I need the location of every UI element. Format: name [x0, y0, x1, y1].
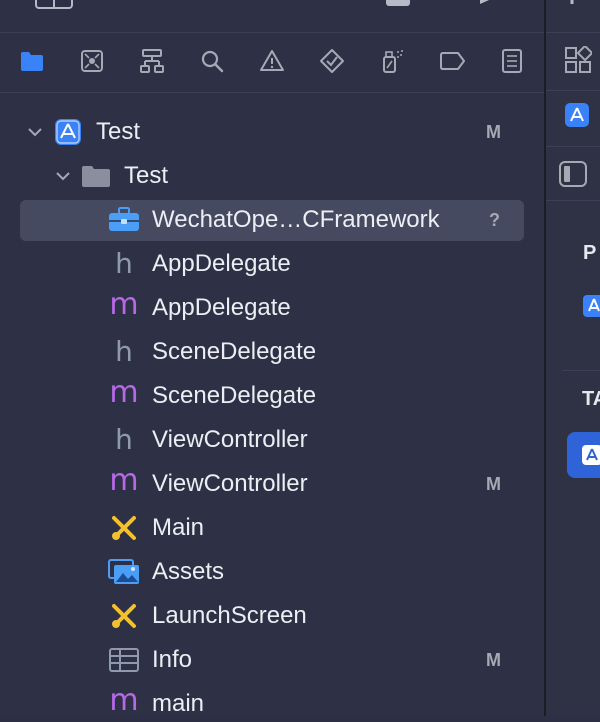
section-heading: P — [583, 242, 597, 264]
status-badge: M — [486, 121, 501, 142]
tree-row-file[interactable]: m AppDelegate — [0, 290, 544, 326]
sidebar-panel-icon[interactable] — [558, 160, 588, 188]
sidebar-toggle-icon[interactable] — [34, 0, 74, 10]
stop-icon[interactable] — [386, 0, 410, 8]
project-icon[interactable] — [582, 294, 600, 318]
tree-row-file[interactable]: m main — [0, 686, 544, 722]
tree-row-file[interactable]: h AppDelegate — [0, 246, 544, 282]
objc-file-icon: m — [109, 375, 139, 410]
inspector-divider — [562, 370, 600, 371]
tree-row-label: AppDelegate — [152, 294, 291, 321]
project-icon[interactable] — [564, 102, 590, 128]
header-file-icon: h — [115, 335, 133, 368]
app-target-icon — [582, 445, 600, 465]
assets-icon — [108, 557, 140, 587]
tree-row-label: Info — [152, 646, 193, 673]
tabbar-divider — [0, 92, 544, 93]
tree-row-label: ViewController — [152, 426, 308, 453]
tree-row-file[interactable]: h SceneDelegate — [0, 334, 544, 370]
header-file-icon: h — [115, 423, 133, 456]
objc-file-icon: m — [109, 287, 139, 322]
tree-row-file[interactable]: LaunchScreen — [0, 598, 544, 634]
tree-row-label: Test — [124, 162, 169, 189]
debug-spray-icon[interactable] — [375, 44, 409, 78]
tree-row-file[interactable]: Assets — [0, 554, 544, 590]
inspector-divider — [546, 32, 600, 33]
chevron-down-icon[interactable] — [28, 125, 42, 139]
tree-row-file[interactable]: Main — [0, 510, 544, 546]
test-diamond-icon[interactable] — [315, 44, 349, 78]
tree-row-label: Assets — [152, 558, 225, 585]
tree-row-label: WechatOpe…CFramework — [152, 206, 440, 233]
inspector-divider — [546, 200, 600, 201]
target-item-selected[interactable] — [567, 432, 600, 478]
status-badge: M — [486, 649, 501, 670]
header-file-icon: h — [115, 247, 133, 280]
symbol-hierarchy-icon[interactable] — [135, 44, 169, 78]
tree-row-label: SceneDelegate — [152, 382, 317, 409]
objc-file-icon: m — [109, 683, 139, 718]
tree-row-file[interactable]: Info M — [0, 642, 544, 678]
tree-row-file[interactable]: h ViewController — [0, 422, 544, 458]
project-navigator: Test M Test WechatOpe…CFramework ? h App… — [0, 0, 544, 717]
status-badge: ? — [489, 209, 500, 230]
grid-icon[interactable] — [564, 46, 592, 74]
run-icon[interactable] — [478, 0, 500, 10]
tree-row-file[interactable]: m ViewController M — [0, 466, 544, 502]
folder-icon[interactable] — [15, 44, 49, 78]
chevron-down-icon[interactable] — [56, 169, 70, 183]
storyboard-icon — [108, 601, 140, 631]
project-icon — [52, 117, 84, 147]
section-heading: TA — [582, 388, 600, 410]
tree-row-label: Test — [96, 118, 141, 145]
warning-icon[interactable] — [255, 44, 289, 78]
inspector-pane: P TA — [546, 0, 600, 716]
plist-table-icon — [108, 645, 140, 675]
window-toolbar — [0, 0, 544, 32]
toolbar-divider — [0, 32, 544, 33]
tree-row-label: LaunchScreen — [152, 602, 307, 629]
report-list-icon[interactable] — [495, 44, 529, 78]
tree-row-label: SceneDelegate — [152, 338, 317, 365]
tree-row-label: ViewController — [152, 470, 308, 497]
tree-row-file[interactable]: m SceneDelegate — [0, 378, 544, 414]
inspector-divider — [546, 90, 600, 91]
storyboard-icon — [108, 513, 140, 543]
inspector-divider — [546, 146, 600, 147]
breakpoint-icon[interactable] — [435, 44, 469, 78]
tree-row-label: main — [152, 690, 205, 717]
toolbox-icon — [108, 205, 140, 235]
search-icon[interactable] — [195, 44, 229, 78]
tree-row-label: AppDelegate — [152, 250, 291, 277]
status-badge: M — [486, 473, 501, 494]
tree-row-folder[interactable]: Test — [0, 158, 544, 194]
drop-icon — [570, 0, 574, 4]
tree-row-label: Main — [152, 514, 205, 541]
tree-row-project[interactable]: Test M — [0, 114, 544, 150]
folder-icon — [80, 161, 112, 191]
objc-file-icon: m — [109, 463, 139, 498]
source-control-icon[interactable] — [75, 44, 109, 78]
tree-row-framework[interactable]: WechatOpe…CFramework ? — [0, 202, 544, 238]
